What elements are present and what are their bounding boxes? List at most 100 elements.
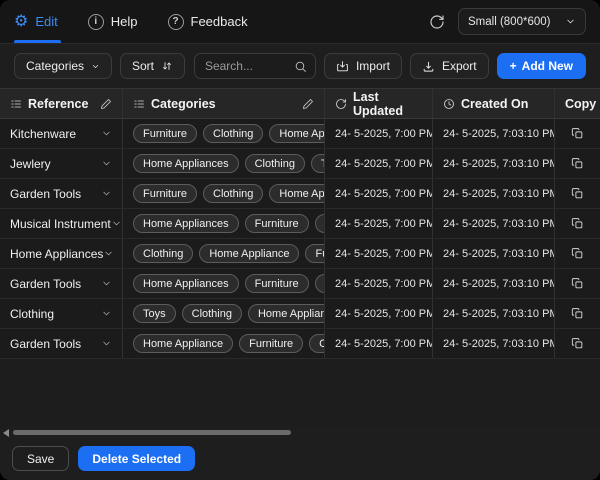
scrollbar-thumb[interactable]: [13, 429, 291, 435]
copy-button[interactable]: [569, 125, 586, 142]
category-tag[interactable]: Home Appliances: [133, 274, 239, 293]
chevron-down-icon[interactable]: [111, 218, 122, 229]
category-tag[interactable]: Clothing: [309, 334, 324, 353]
chevron-down-icon[interactable]: [101, 308, 112, 319]
category-tag[interactable]: Toys: [314, 274, 324, 293]
table-row: Musical Instrument Home Appliances Furnit…: [0, 209, 600, 239]
reference-cell[interactable]: Garden Tools: [0, 329, 123, 358]
category-tag[interactable]: Furniture: [305, 244, 324, 263]
gear-icon: ⚙: [14, 12, 29, 30]
table-row: Garden Tools Home Appliance Furniture Clot…: [0, 329, 600, 359]
category-tag[interactable]: Clothing: [133, 244, 194, 263]
copy-button[interactable]: [569, 155, 586, 172]
copy-button[interactable]: [569, 305, 586, 322]
header-copy: Copy: [555, 89, 600, 118]
category-tag[interactable]: Clothing: [203, 184, 264, 203]
active-tab-indicator: [14, 40, 61, 43]
delete-selected-button[interactable]: Delete Selected: [78, 446, 196, 471]
copy-cell: [555, 209, 600, 238]
category-tag[interactable]: Home Appliance: [199, 244, 300, 263]
reference-value: Garden Tools: [10, 336, 82, 351]
chevron-down-icon[interactable]: [103, 248, 114, 259]
horizontal-scrollbar[interactable]: [0, 427, 600, 439]
export-button-label: Export: [441, 59, 477, 73]
list-ordered-icon: [11, 100, 21, 107]
categories-cell: Home Appliances Furniture Toys: [123, 209, 325, 238]
category-tag[interactable]: Furniture: [244, 214, 309, 233]
copy-button[interactable]: [569, 245, 586, 262]
copy-button[interactable]: [569, 275, 586, 292]
category-tag[interactable]: Home Appliances: [133, 214, 239, 233]
rotate-cw-icon: [336, 98, 346, 109]
reference-cell[interactable]: Garden Tools: [0, 269, 123, 298]
search-box[interactable]: [193, 53, 316, 79]
copy-cell: [555, 239, 600, 268]
tab-help[interactable]: i Help: [87, 13, 138, 30]
reference-cell[interactable]: Musical Instrument: [0, 209, 123, 238]
chevron-down-icon[interactable]: [101, 338, 112, 349]
search-input[interactable]: [204, 59, 288, 73]
reference-cell[interactable]: Clothing: [0, 299, 123, 328]
copy-cell: [555, 149, 600, 178]
category-tag[interactable]: Furniture: [133, 184, 198, 203]
created-on-cell: 24- 5-2025, 7:03:10 PM: [433, 209, 555, 238]
copy-button[interactable]: [569, 215, 586, 232]
chevron-down-icon[interactable]: [101, 128, 112, 139]
copy-cell: [555, 119, 600, 148]
category-tag[interactable]: Home Appliance: [247, 304, 324, 323]
copy-button[interactable]: [569, 335, 586, 352]
export-icon: [423, 61, 434, 72]
tab-help-label: Help: [110, 14, 138, 29]
save-button[interactable]: Save: [12, 446, 70, 471]
table-row: Kitchenware Furniture Clothing Home Applia…: [0, 119, 600, 149]
categories-cell: Clothing Home Appliance Furniture: [123, 239, 325, 268]
scroll-left-arrow-icon[interactable]: [3, 429, 9, 437]
edit-pencil-icon[interactable]: [302, 98, 314, 110]
reference-cell[interactable]: Home Appliances: [0, 239, 123, 268]
header-last-updated-label: Last Updated: [353, 89, 403, 118]
chevron-down-icon[interactable]: [101, 278, 112, 289]
category-tag[interactable]: Home Appliances: [133, 154, 239, 173]
category-tag[interactable]: Clothing: [181, 304, 242, 323]
tab-edit[interactable]: ⚙ Edit: [14, 12, 58, 30]
category-tag[interactable]: Toys: [314, 214, 324, 233]
reference-value: Garden Tools: [10, 186, 82, 201]
header-last-updated[interactable]: Last Updated: [325, 89, 433, 118]
header-reference[interactable]: Reference: [0, 89, 123, 118]
header-reference-label: Reference: [28, 96, 89, 111]
category-tag[interactable]: Clothing: [203, 124, 264, 143]
categories-cell: Home Appliances Furniture Toys: [123, 269, 325, 298]
import-button[interactable]: Import: [323, 53, 402, 79]
category-tag[interactable]: Toys: [310, 154, 324, 173]
category-tag[interactable]: Home Appliance: [269, 184, 324, 203]
sort-button[interactable]: Sort: [120, 53, 186, 79]
reference-cell[interactable]: Garden Tools: [0, 179, 123, 208]
category-tag[interactable]: Furniture: [133, 124, 198, 143]
copy-button[interactable]: [569, 185, 586, 202]
reference-cell[interactable]: Kitchenware: [0, 119, 123, 148]
edit-pencil-icon[interactable]: [100, 98, 112, 110]
categories-dropdown[interactable]: Categories: [14, 53, 112, 79]
category-tag[interactable]: Clothing: [244, 154, 305, 173]
add-new-button-label: Add New: [521, 59, 573, 73]
last-updated-cell: 24- 5-2025, 7:00 PM: [325, 299, 433, 328]
header-categories-label: Categories: [151, 96, 216, 111]
export-button[interactable]: Export: [409, 53, 489, 79]
refresh-button[interactable]: [429, 14, 445, 30]
chevron-down-icon[interactable]: [101, 158, 112, 169]
add-new-button[interactable]: + Add New: [496, 53, 586, 79]
chevron-down-icon: [92, 64, 99, 68]
chevron-down-icon[interactable]: [101, 188, 112, 199]
category-tag[interactable]: Toys: [133, 304, 176, 323]
header-categories[interactable]: Categories: [123, 89, 325, 118]
category-tag[interactable]: Furniture: [239, 334, 304, 353]
import-button-label: Import: [355, 59, 390, 73]
header-created-on[interactable]: Created On: [433, 89, 555, 118]
reference-cell[interactable]: Jewlery: [0, 149, 123, 178]
size-select[interactable]: Small (800*600): [458, 8, 586, 35]
category-tag[interactable]: Home Appliance: [269, 124, 324, 143]
category-tag[interactable]: Home Appliance: [133, 334, 234, 353]
category-tag[interactable]: Furniture: [244, 274, 309, 293]
copy-cell: [555, 329, 600, 358]
tab-feedback[interactable]: ? Feedback: [167, 13, 248, 30]
